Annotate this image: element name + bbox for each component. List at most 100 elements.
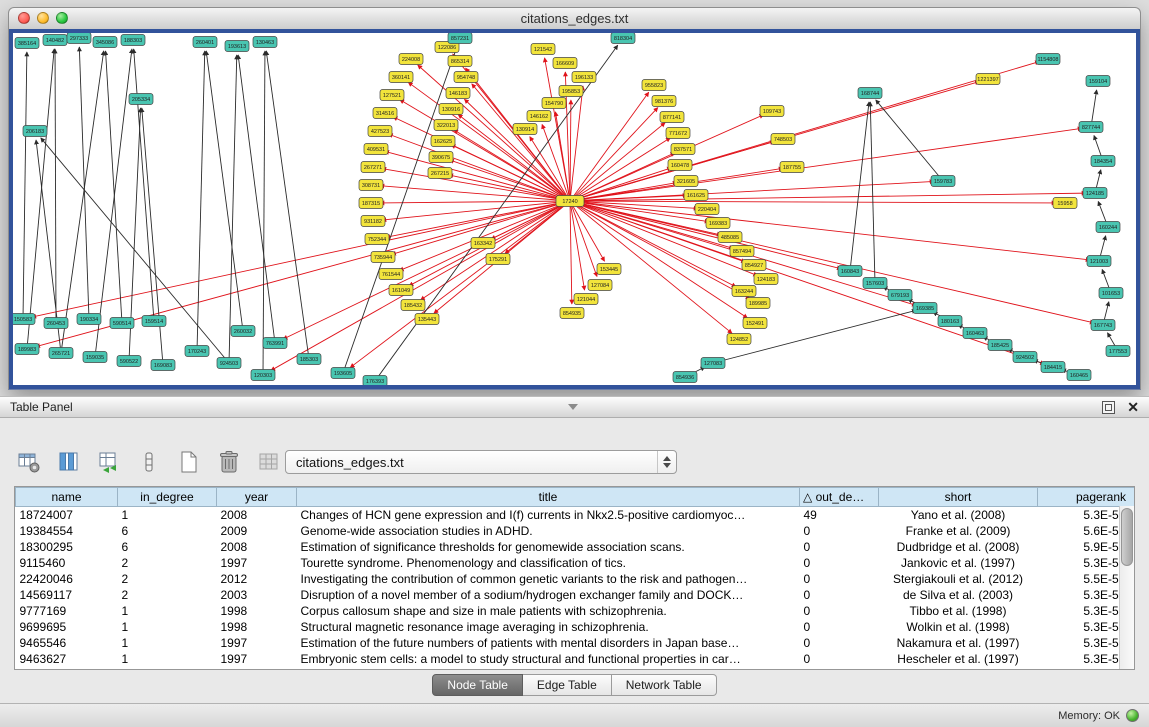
tab-node-table[interactable]: Node Table xyxy=(432,674,523,696)
window-titlebar[interactable]: citations_edges.txt xyxy=(8,7,1141,29)
table-cell[interactable]: Tibbo et al. (1998) xyxy=(879,603,1038,619)
table-cell[interactable]: Wolkin et al. (1998) xyxy=(879,619,1038,635)
table-cell[interactable]: Structural magnetic resonance image aver… xyxy=(297,619,800,635)
table-cell[interactable]: Embryonic stem cells: a model to study s… xyxy=(297,651,800,667)
column-header-3[interactable]: title xyxy=(297,488,800,507)
table-cell[interactable]: 18300295 xyxy=(16,539,118,555)
tab-edge-table[interactable]: Edge Table xyxy=(523,674,612,696)
table-cell[interactable]: 9115460 xyxy=(16,555,118,571)
vertical-scrollbar[interactable] xyxy=(1119,506,1134,669)
table-row[interactable]: 946362711997Embryonic stem cells: a mode… xyxy=(16,651,1136,667)
table-cell[interactable]: Corpus callosum shape and size in male p… xyxy=(297,603,800,619)
splitter-handle-icon[interactable] xyxy=(568,404,578,410)
column-header-1[interactable]: in_degree xyxy=(118,488,217,507)
table-cell[interactable]: Franke et al. (2009) xyxy=(879,523,1038,539)
table-cell[interactable]: 1997 xyxy=(217,651,297,667)
table-row[interactable]: 1456911722003Disruption of a novel membe… xyxy=(16,587,1136,603)
import-table-button[interactable] xyxy=(94,447,124,477)
new-column-button[interactable] xyxy=(174,447,204,477)
table-cell[interactable]: 9777169 xyxy=(16,603,118,619)
table-cell[interactable]: 22420046 xyxy=(16,571,118,587)
table-cell[interactable]: 0 xyxy=(800,587,879,603)
table-cell[interactable]: 2 xyxy=(118,587,217,603)
table-row[interactable]: 946554611997Estimation of the future num… xyxy=(16,635,1136,651)
table-cell[interactable]: Yano et al. (2008) xyxy=(879,507,1038,524)
column-header-2[interactable]: year xyxy=(217,488,297,507)
table-cell[interactable]: 2009 xyxy=(217,523,297,539)
table-cell[interactable]: 9465546 xyxy=(16,635,118,651)
table-cell[interactable]: 1 xyxy=(118,651,217,667)
table-row[interactable]: 2242004622012Investigating the contribut… xyxy=(16,571,1136,587)
table-cell[interactable]: 49 xyxy=(800,507,879,524)
table-cell[interactable]: 0 xyxy=(800,635,879,651)
delete-table-button[interactable] xyxy=(254,447,284,477)
table-cell[interactable]: 6 xyxy=(118,539,217,555)
table-cell[interactable]: 2003 xyxy=(217,587,297,603)
tab-network-table[interactable]: Network Table xyxy=(612,674,717,696)
table-cell[interactable]: 2012 xyxy=(217,571,297,587)
table-cell[interactable]: Investigating the contribution of common… xyxy=(297,571,800,587)
table-cell[interactable]: 0 xyxy=(800,651,879,667)
table-cell[interactable]: Stergiakouli et al. (2012) xyxy=(879,571,1038,587)
show-columns-button[interactable] xyxy=(54,447,84,477)
table-cell[interactable]: 0 xyxy=(800,571,879,587)
table-cell[interactable]: Genome-wide association studies in ADHD. xyxy=(297,523,800,539)
table-cell[interactable]: 2 xyxy=(118,571,217,587)
table-cell[interactable]: Estimation of the future numbers of pati… xyxy=(297,635,800,651)
row-height-button[interactable] xyxy=(134,447,164,477)
table-cell[interactable]: 2008 xyxy=(217,539,297,555)
table-cell[interactable]: Estimation of significance thresholds fo… xyxy=(297,539,800,555)
table-cell[interactable]: Nakamura et al. (1997) xyxy=(879,635,1038,651)
zoom-window-button[interactable] xyxy=(56,12,68,24)
close-window-button[interactable] xyxy=(18,12,30,24)
table-row[interactable]: 977716911998Corpus callosum shape and si… xyxy=(16,603,1136,619)
table-cell[interactable]: 0 xyxy=(800,603,879,619)
table-cell[interactable]: 9463627 xyxy=(16,651,118,667)
table-cell[interactable]: 2008 xyxy=(217,507,297,524)
table-cell[interactable]: 6 xyxy=(118,523,217,539)
table-cell[interactable]: 1997 xyxy=(217,555,297,571)
table-cell[interactable]: 1998 xyxy=(217,603,297,619)
column-header-6[interactable]: pagerank xyxy=(1038,488,1136,507)
table-cell[interactable]: 2 xyxy=(118,555,217,571)
table-row[interactable]: 1872400712008Changes of HCN gene express… xyxy=(16,507,1136,524)
table-cell[interactable]: 1 xyxy=(118,619,217,635)
table-cell[interactable]: 1998 xyxy=(217,619,297,635)
table-cell[interactable]: 1 xyxy=(118,603,217,619)
table-cell[interactable]: 1 xyxy=(118,635,217,651)
table-cell[interactable]: 18724007 xyxy=(16,507,118,524)
minimize-window-button[interactable] xyxy=(37,12,49,24)
column-header-0[interactable]: name xyxy=(16,488,118,507)
table-cell[interactable]: de Silva et al. (2003) xyxy=(879,587,1038,603)
table-cell[interactable]: 1997 xyxy=(217,635,297,651)
table-cell[interactable]: 14569117 xyxy=(16,587,118,603)
table-row[interactable]: 1830029562008Estimation of significance … xyxy=(16,539,1136,555)
network-canvas[interactable]: 1724012154216660919613319585315479014616… xyxy=(13,33,1136,385)
table-cell[interactable]: 0 xyxy=(800,539,879,555)
column-header-4[interactable]: △ out_de… xyxy=(800,488,879,507)
table-row[interactable]: 911546021997Tourette syndrome. Phenomeno… xyxy=(16,555,1136,571)
close-panel-icon[interactable]: ✕ xyxy=(1127,401,1139,414)
table-row[interactable]: 969969511998Structural magnetic resonanc… xyxy=(16,619,1136,635)
combobox-stepper[interactable] xyxy=(657,451,676,473)
table-cell[interactable]: Disruption of a novel member of a sodium… xyxy=(297,587,800,603)
table-cell[interactable]: Dudbridge et al. (2008) xyxy=(879,539,1038,555)
table-cell[interactable]: 19384554 xyxy=(16,523,118,539)
table-cell[interactable]: Changes of HCN gene expression and I(f) … xyxy=(297,507,800,524)
table-cell[interactable]: 9699695 xyxy=(16,619,118,635)
table-cell[interactable]: 0 xyxy=(800,619,879,635)
float-panel-icon[interactable] xyxy=(1102,401,1115,414)
column-header-5[interactable]: short xyxy=(879,488,1038,507)
table-mode-button[interactable] xyxy=(14,447,44,477)
table-select-combobox[interactable]: citations_edges.txt xyxy=(285,450,677,474)
table-cell[interactable]: Tourette syndrome. Phenomenology and cla… xyxy=(297,555,800,571)
table-cell[interactable]: 0 xyxy=(800,523,879,539)
table-row[interactable]: 1938455462009Genome-wide association stu… xyxy=(16,523,1136,539)
graph-node-label: 297333 xyxy=(70,36,88,42)
table-cell[interactable]: 0 xyxy=(800,555,879,571)
scrollbar-thumb[interactable] xyxy=(1121,508,1133,566)
table-cell[interactable]: 1 xyxy=(118,507,217,524)
delete-column-button[interactable] xyxy=(214,447,244,477)
table-cell[interactable]: Hescheler et al. (1997) xyxy=(879,651,1038,667)
table-cell[interactable]: Jankovic et al. (1997) xyxy=(879,555,1038,571)
